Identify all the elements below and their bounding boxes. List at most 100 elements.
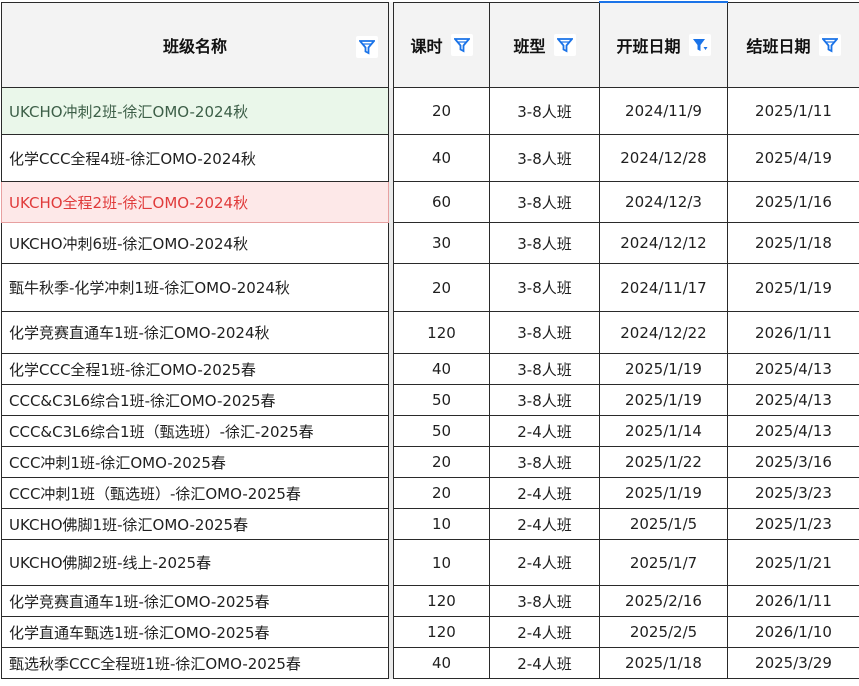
table-row[interactable]: UKCHO冲刺6班-徐汇OMO-2024秋 30 3-8人班 2024/12/12 20… (1, 222, 859, 264)
cell-class-type[interactable]: 3-8人班 (489, 585, 600, 617)
cell-end-date[interactable]: 2025/3/29 (727, 647, 859, 679)
cell-end-date[interactable]: 2025/1/23 (727, 508, 859, 540)
cell-class-type[interactable]: 2-4人班 (489, 539, 600, 586)
cell-start-date[interactable]: 2025/1/22 (599, 446, 728, 478)
cell-end-date[interactable]: 2025/1/16 (727, 181, 859, 223)
cell-start-date[interactable]: 2025/1/7 (599, 539, 728, 586)
cell-start-date[interactable]: 2025/1/19 (599, 353, 728, 385)
table-row[interactable]: UKCHO全程2班-徐汇OMO-2024秋 60 3-8人班 2024/12/3 202… (1, 181, 859, 223)
cell-start-date[interactable]: 2025/1/19 (599, 477, 728, 509)
cell-start-date[interactable]: 2024/12/28 (599, 134, 728, 182)
cell-class-type[interactable]: 3-8人班 (489, 87, 600, 135)
table-row[interactable]: 化学直通车甄选1班-徐汇OMO-2025春 120 2-4人班 2025/2/5 202… (1, 616, 859, 648)
cell-hours[interactable]: 20 (393, 263, 490, 312)
cell-end-date[interactable]: 2026/1/10 (727, 616, 859, 648)
table-row[interactable]: 甄选秋季CCC全程班1班-徐汇OMO-2025春 40 2-4人班 2025/1/18… (1, 647, 859, 679)
cell-class-type[interactable]: 3-8人班 (489, 353, 600, 385)
cell-end-date[interactable]: 2025/4/19 (727, 134, 859, 182)
cell-start-date[interactable]: 2025/1/5 (599, 508, 728, 540)
table-row[interactable]: 化学竞赛直通车1班-徐汇OMO-2024秋 120 3-8人班 2024/12/22 2… (1, 311, 859, 354)
cell-hours[interactable]: 50 (393, 415, 490, 447)
table-row[interactable]: UKCHO佛脚1班-徐汇OMO-2025春 10 2-4人班 2025/1/5 2025… (1, 508, 859, 540)
header-start-date[interactable]: 开班日期 (599, 1, 728, 88)
cell-end-date[interactable]: 2025/1/18 (727, 222, 859, 264)
cell-start-date[interactable]: 2024/11/17 (599, 263, 728, 312)
filter-icon[interactable] (818, 33, 841, 56)
table-row[interactable]: 甄牛秋季-化学冲刺1班-徐汇OMO-2024秋 20 3-8人班 2024/11/17… (1, 263, 859, 312)
table-row[interactable]: CCC&C3L6综合1班-徐汇OMO-2025春 50 3-8人班 2025/1/19… (1, 384, 859, 416)
cell-class-name[interactable]: 化学CCC全程4班-徐汇OMO-2024秋 (1, 134, 389, 182)
cell-class-name[interactable]: 甄选秋季CCC全程班1班-徐汇OMO-2025春 (1, 647, 389, 679)
cell-class-name[interactable]: UKCHO全程2班-徐汇OMO-2024秋 (1, 181, 389, 223)
cell-class-type[interactable]: 3-8人班 (489, 222, 600, 264)
cell-start-date[interactable]: 2025/2/5 (599, 616, 728, 648)
filter-icon[interactable] (553, 33, 576, 56)
cell-hours[interactable]: 20 (393, 446, 490, 478)
table-row[interactable]: 化学竞赛直通车1班-徐汇OMO-2025春 120 3-8人班 2025/2/16 20… (1, 585, 859, 617)
cell-class-name[interactable]: UKCHO冲刺2班-徐汇OMO-2024秋 (1, 87, 389, 135)
table-row[interactable]: CCC冲刺1班（甄选班）-徐汇OMO-2025春 20 2-4人班 2025/1/19… (1, 477, 859, 509)
table-row[interactable]: 化学CCC全程4班-徐汇OMO-2024秋 40 3-8人班 2024/12/28 20… (1, 134, 859, 182)
cell-hours[interactable]: 20 (393, 87, 490, 135)
cell-hours[interactable]: 120 (393, 585, 490, 617)
cell-hours[interactable]: 40 (393, 353, 490, 385)
filter-icon[interactable] (356, 35, 378, 58)
cell-class-type[interactable]: 2-4人班 (489, 616, 600, 648)
cell-class-type[interactable]: 2-4人班 (489, 508, 600, 540)
cell-end-date[interactable]: 2026/1/11 (727, 311, 859, 354)
cell-hours[interactable]: 120 (393, 616, 490, 648)
cell-class-type[interactable]: 3-8人班 (489, 446, 600, 478)
table-row[interactable]: UKCHO佛脚2班-线上-2025春 10 2-4人班 2025/1/7 2025/1/… (1, 539, 859, 586)
cell-start-date[interactable]: 2024/11/9 (599, 87, 728, 135)
cell-start-date[interactable]: 2024/12/3 (599, 181, 728, 223)
cell-class-type[interactable]: 2-4人班 (489, 647, 600, 679)
cell-class-name[interactable]: 化学竞赛直通车1班-徐汇OMO-2024秋 (1, 311, 389, 354)
cell-class-type[interactable]: 3-8人班 (489, 384, 600, 416)
cell-class-type[interactable]: 3-8人班 (489, 134, 600, 182)
cell-hours[interactable]: 120 (393, 311, 490, 354)
cell-hours[interactable]: 60 (393, 181, 490, 223)
table-row[interactable]: 化学CCC全程1班-徐汇OMO-2025春 40 3-8人班 2025/1/19 202… (1, 353, 859, 385)
cell-hours[interactable]: 40 (393, 647, 490, 679)
cell-start-date[interactable]: 2024/12/22 (599, 311, 728, 354)
header-class-name[interactable]: 班级名称 (1, 1, 389, 88)
cell-class-name[interactable]: UKCHO冲刺6班-徐汇OMO-2024秋 (1, 222, 389, 264)
cell-start-date[interactable]: 2025/1/19 (599, 384, 728, 416)
filter-icon[interactable] (450, 33, 473, 56)
cell-end-date[interactable]: 2025/1/21 (727, 539, 859, 586)
cell-end-date[interactable]: 2025/4/13 (727, 415, 859, 447)
cell-end-date[interactable]: 2025/1/19 (727, 263, 859, 312)
cell-class-name[interactable]: CCC冲刺1班（甄选班）-徐汇OMO-2025春 (1, 477, 389, 509)
table-row[interactable]: UKCHO冲刺2班-徐汇OMO-2024秋 20 3-8人班 2024/11/9 202… (1, 87, 859, 135)
table-row[interactable]: CCC&C3L6综合1班（甄选班）-徐汇-2025春 50 2-4人班 2025/1/… (1, 415, 859, 447)
cell-hours[interactable]: 20 (393, 477, 490, 509)
cell-class-name[interactable]: 甄牛秋季-化学冲刺1班-徐汇OMO-2024秋 (1, 263, 389, 312)
cell-class-name[interactable]: CCC&C3L6综合1班-徐汇OMO-2025春 (1, 384, 389, 416)
cell-class-type[interactable]: 3-8人班 (489, 311, 600, 354)
cell-class-type[interactable]: 3-8人班 (489, 263, 600, 312)
cell-class-name[interactable]: UKCHO佛脚2班-线上-2025春 (1, 539, 389, 586)
cell-class-name[interactable]: 化学CCC全程1班-徐汇OMO-2025春 (1, 353, 389, 385)
cell-class-name[interactable]: 化学直通车甄选1班-徐汇OMO-2025春 (1, 616, 389, 648)
cell-end-date[interactable]: 2025/3/16 (727, 446, 859, 478)
cell-end-date[interactable]: 2025/4/13 (727, 384, 859, 416)
cell-end-date[interactable]: 2025/3/23 (727, 477, 859, 509)
cell-start-date[interactable]: 2025/2/16 (599, 585, 728, 617)
cell-class-name[interactable]: UKCHO佛脚1班-徐汇OMO-2025春 (1, 508, 389, 540)
cell-end-date[interactable]: 2025/4/13 (727, 353, 859, 385)
cell-hours[interactable]: 10 (393, 539, 490, 586)
cell-hours[interactable]: 30 (393, 222, 490, 264)
header-class-type[interactable]: 班型 (489, 1, 600, 88)
cell-class-name[interactable]: CCC冲刺1班-徐汇OMO-2025春 (1, 446, 389, 478)
cell-start-date[interactable]: 2024/12/12 (599, 222, 728, 264)
cell-end-date[interactable]: 2025/1/11 (727, 87, 859, 135)
filter-sort-icon[interactable] (688, 34, 711, 56)
cell-start-date[interactable]: 2025/1/14 (599, 415, 728, 447)
header-end-date[interactable]: 结班日期 (727, 1, 859, 88)
cell-hours[interactable]: 10 (393, 508, 490, 540)
cell-class-type[interactable]: 3-8人班 (489, 181, 600, 223)
cell-class-name[interactable]: 化学竞赛直通车1班-徐汇OMO-2025春 (1, 585, 389, 617)
header-hours[interactable]: 课时 (393, 1, 490, 88)
cell-class-type[interactable]: 2-4人班 (489, 415, 600, 447)
cell-class-name[interactable]: CCC&C3L6综合1班（甄选班）-徐汇-2025春 (1, 415, 389, 447)
